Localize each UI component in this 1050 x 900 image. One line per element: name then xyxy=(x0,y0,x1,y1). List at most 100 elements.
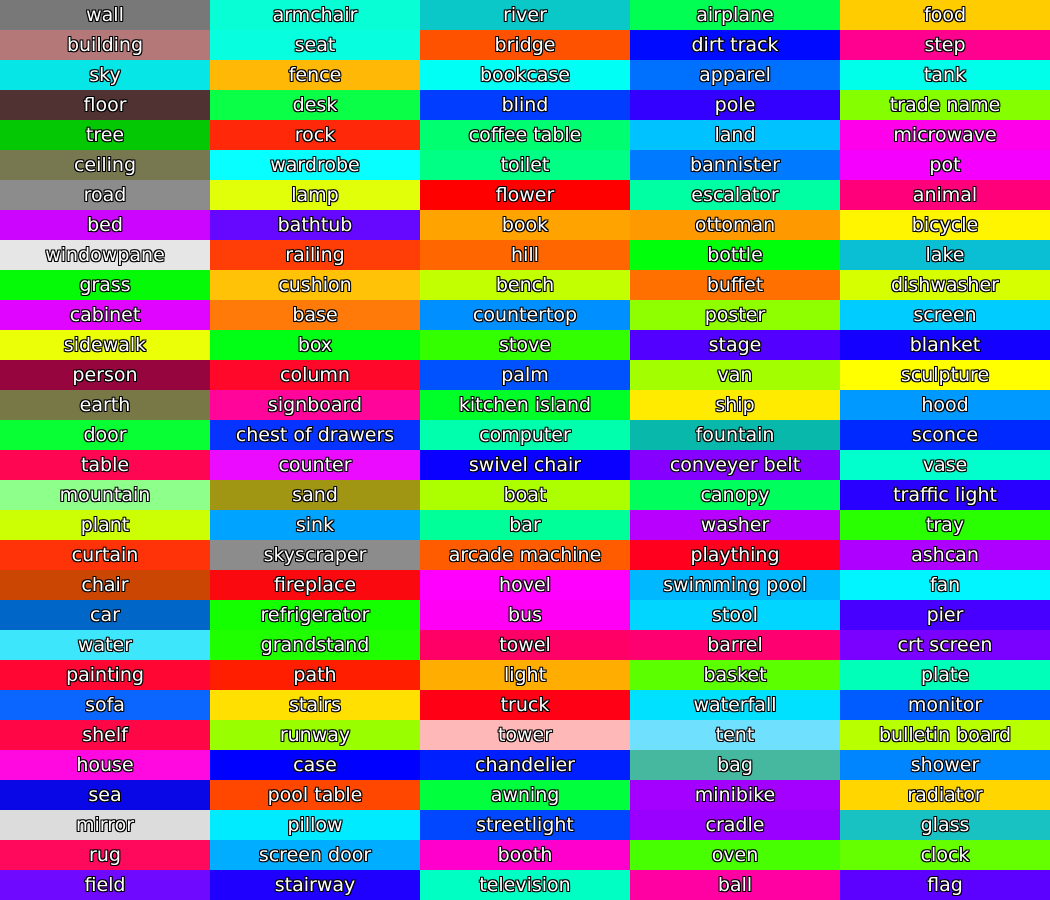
legend-cell: screen door xyxy=(210,840,420,870)
legend-cell: chest of drawers xyxy=(210,420,420,450)
legend-cell: stool xyxy=(630,600,840,630)
legend-cell: tower xyxy=(420,720,630,750)
legend-cell: step xyxy=(840,30,1050,60)
legend-cell: bulletin board xyxy=(840,720,1050,750)
legend-cell: box xyxy=(210,330,420,360)
legend-cell: shower xyxy=(840,750,1050,780)
legend-cell: house xyxy=(0,750,210,780)
legend-cell: land xyxy=(630,120,840,150)
legend-cell: windowpane xyxy=(0,240,210,270)
legend-cell: flower xyxy=(420,180,630,210)
legend-cell: blind xyxy=(420,90,630,120)
legend-cell: wardrobe xyxy=(210,150,420,180)
legend-cell: door xyxy=(0,420,210,450)
legend-cell: sky xyxy=(0,60,210,90)
legend-cell: book xyxy=(420,210,630,240)
legend-cell: sculpture xyxy=(840,360,1050,390)
legend-cell: runway xyxy=(210,720,420,750)
legend-cell: water xyxy=(0,630,210,660)
legend-cell: barrel xyxy=(630,630,840,660)
legend-cell: fan xyxy=(840,570,1050,600)
legend-cell: pot xyxy=(840,150,1050,180)
legend-cell: chair xyxy=(0,570,210,600)
legend-cell: sand xyxy=(210,480,420,510)
legend-cell: awning xyxy=(420,780,630,810)
legend-cell: tent xyxy=(630,720,840,750)
legend-cell: cushion xyxy=(210,270,420,300)
legend-cell: cradle xyxy=(630,810,840,840)
legend-cell: sink xyxy=(210,510,420,540)
legend-cell: sidewalk xyxy=(0,330,210,360)
legend-cell: hovel xyxy=(420,570,630,600)
legend-cell: stairway xyxy=(210,870,420,900)
legend-cell: rug xyxy=(0,840,210,870)
legend-cell: fireplace xyxy=(210,570,420,600)
legend-cell: ashcan xyxy=(840,540,1050,570)
legend-cell: shelf xyxy=(0,720,210,750)
legend-cell: plant xyxy=(0,510,210,540)
legend-cell: ball xyxy=(630,870,840,900)
legend-cell: skyscraper xyxy=(210,540,420,570)
legend-cell: case xyxy=(210,750,420,780)
legend-cell: lake xyxy=(840,240,1050,270)
legend-cell: toilet xyxy=(420,150,630,180)
legend-cell: oven xyxy=(630,840,840,870)
legend-cell: stage xyxy=(630,330,840,360)
legend-cell: base xyxy=(210,300,420,330)
legend-cell: bus xyxy=(420,600,630,630)
legend-cell: airplane xyxy=(630,0,840,30)
legend-cell: bed xyxy=(0,210,210,240)
legend-cell: bag xyxy=(630,750,840,780)
legend-cell: bar xyxy=(420,510,630,540)
legend-cell: armchair xyxy=(210,0,420,30)
legend-cell: painting xyxy=(0,660,210,690)
legend-cell: blanket xyxy=(840,330,1050,360)
legend-cell: bridge xyxy=(420,30,630,60)
legend-cell: hill xyxy=(420,240,630,270)
legend-cell: stairs xyxy=(210,690,420,720)
legend-cell: monitor xyxy=(840,690,1050,720)
legend-cell: towel xyxy=(420,630,630,660)
legend-cell: countertop xyxy=(420,300,630,330)
legend-cell: flag xyxy=(840,870,1050,900)
legend-cell: hood xyxy=(840,390,1050,420)
legend-cell: ottoman xyxy=(630,210,840,240)
legend-cell: fountain xyxy=(630,420,840,450)
legend-cell: tank xyxy=(840,60,1050,90)
legend-cell: sea xyxy=(0,780,210,810)
legend-cell: minibike xyxy=(630,780,840,810)
legend-cell: tree xyxy=(0,120,210,150)
legend-cell: lamp xyxy=(210,180,420,210)
legend-cell: sconce xyxy=(840,420,1050,450)
legend-cell: kitchen island xyxy=(420,390,630,420)
legend-cell: swivel chair xyxy=(420,450,630,480)
legend-cell: poster xyxy=(630,300,840,330)
legend-cell: arcade machine xyxy=(420,540,630,570)
legend-cell: ceiling xyxy=(0,150,210,180)
legend-cell: ship xyxy=(630,390,840,420)
legend-cell: glass xyxy=(840,810,1050,840)
legend-cell: bench xyxy=(420,270,630,300)
legend-cell: palm xyxy=(420,360,630,390)
legend-cell: computer xyxy=(420,420,630,450)
legend-cell: plate xyxy=(840,660,1050,690)
legend-cell: path xyxy=(210,660,420,690)
legend-cell: pool table xyxy=(210,780,420,810)
legend-cell: mirror xyxy=(0,810,210,840)
legend-cell: screen xyxy=(840,300,1050,330)
legend-cell: light xyxy=(420,660,630,690)
legend-cell: car xyxy=(0,600,210,630)
legend-cell: bookcase xyxy=(420,60,630,90)
legend-cell: microwave xyxy=(840,120,1050,150)
legend-cell: refrigerator xyxy=(210,600,420,630)
legend-cell: desk xyxy=(210,90,420,120)
legend-cell: grandstand xyxy=(210,630,420,660)
legend-cell: escalator xyxy=(630,180,840,210)
legend-cell: counter xyxy=(210,450,420,480)
legend-cell: stove xyxy=(420,330,630,360)
legend-cell: seat xyxy=(210,30,420,60)
legend-cell: pier xyxy=(840,600,1050,630)
legend-cell: dishwasher xyxy=(840,270,1050,300)
legend-cell: railing xyxy=(210,240,420,270)
legend-cell: field xyxy=(0,870,210,900)
